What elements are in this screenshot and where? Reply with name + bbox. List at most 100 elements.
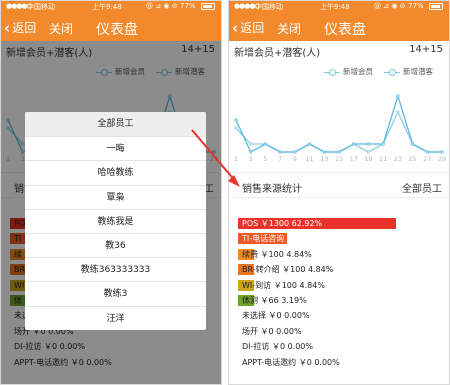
series-line <box>235 110 442 153</box>
x-tick-label: 27 <box>423 155 431 163</box>
nav-bar: ‹ 返回 关闭 仪表盘 <box>0 13 222 41</box>
x-tick-label: 13 <box>320 155 328 163</box>
status-bar: ●●●●○ 中国移动 上午9:48 @ ⊿ ◉ ⊘ 77% <box>0 0 222 13</box>
source-row: BR-转介绍 ￥100 4.84% <box>238 262 448 277</box>
data-point <box>396 110 400 114</box>
x-tick-label: 23 <box>394 155 402 163</box>
data-point <box>337 150 341 154</box>
dropdown-option[interactable]: 汪洋 <box>25 305 206 330</box>
legend-item[interactable]: 新增会员 <box>324 66 373 77</box>
back-button[interactable]: ‹ 返回 <box>4 19 36 36</box>
data-point <box>440 150 444 154</box>
data-point <box>234 126 238 130</box>
data-point <box>366 142 371 146</box>
x-tick-label: 15 <box>335 155 343 163</box>
sales-source-title: 销售来源统计 <box>242 184 302 195</box>
carrier-label: 中国移动 <box>27 3 55 11</box>
battery-icon <box>429 3 443 10</box>
nav-bar: ‹ 返回 关闭 仪表盘 <box>228 13 450 41</box>
source-row-label: BR-转介绍 ￥100 4.84% <box>242 265 334 275</box>
clock: 上午9:48 <box>320 3 350 11</box>
data-point <box>307 142 312 146</box>
data-point <box>278 150 282 154</box>
x-tick-label: 3 <box>249 155 253 163</box>
data-point <box>410 142 415 146</box>
status-icons: @ ⊿ ◉ ⊘ <box>374 2 406 10</box>
stats-label: 新增会员+潜客(人) <box>234 48 321 59</box>
source-row-label: TI-电话咨询 ￥400 19.36% <box>242 234 343 244</box>
legend-item[interactable]: 新增潜客 <box>384 66 433 77</box>
x-tick-label: 1 <box>234 155 238 163</box>
battery-percent: 77% <box>180 2 196 10</box>
data-point <box>322 150 326 154</box>
source-row-label: WI-到访 ￥100 4.84% <box>242 280 325 290</box>
data-point <box>425 150 429 154</box>
source-row-label: 场开 ￥0 0.00% <box>242 326 302 336</box>
battery-percent: 77% <box>408 2 424 10</box>
screenshot-stage: ●●●●○ 中国移动 上午9:48 @ ⊿ ◉ ⊘ 77% ‹ 返回 关闭 仪表… <box>0 0 450 385</box>
data-point <box>366 150 371 154</box>
x-tick-label: 21 <box>379 155 387 163</box>
dropdown-option[interactable]: 教练363333333 <box>25 257 206 281</box>
dropdown-option[interactable]: 教36 <box>25 232 206 257</box>
data-point <box>234 118 238 122</box>
chevron-left-icon: ‹ <box>4 18 11 37</box>
x-tick-label: 11 <box>305 155 313 163</box>
dropdown-option[interactable]: 全部员工 <box>25 112 206 137</box>
dropdown-option[interactable]: 覃枭 <box>25 184 206 209</box>
source-row-label: 体测 ￥66 3.19% <box>242 295 307 305</box>
line-marker-icon <box>384 68 400 76</box>
x-tick-label: 19 <box>364 155 372 163</box>
dropdown-option[interactable]: 教练3 <box>25 281 206 305</box>
dropdown-option[interactable]: 哈哈教练 <box>25 160 206 184</box>
source-row: TI-电话咨询 ￥400 19.36% <box>238 231 448 246</box>
back-label: 返回 <box>240 21 265 35</box>
staff-filter[interactable]: 全部员工 <box>402 180 442 195</box>
status-bar: ●●●●○ 中国移动 上午9:48 @ ⊿ ◉ ⊘ 77% <box>228 0 450 13</box>
source-row-label: APPT-电话邀约 ￥0 0.00% <box>242 357 340 367</box>
clock: 上午9:48 <box>92 3 122 11</box>
source-row-label: 续费 ￥100 4.84% <box>242 249 312 259</box>
phone-right: ●●●●○ 中国移动 上午9:48 @ ⊿ ◉ ⊘ 77% ‹ 返回 关闭 仪表… <box>228 0 450 385</box>
close-button[interactable]: 关闭 <box>277 20 301 37</box>
line-marker-icon <box>324 68 340 76</box>
data-point <box>249 142 253 146</box>
source-row: APPT-电话邀约 ￥0 0.00% <box>238 355 448 370</box>
sales-source-list: POS ￥1300 62.92% TI-电话咨询 ￥400 19.36% 续费 ￥1… <box>238 216 448 370</box>
data-point <box>381 142 385 146</box>
x-tick-label: 5 <box>263 155 267 163</box>
phone-left: ●●●●○ 中国移动 上午9:48 @ ⊿ ◉ ⊘ 77% ‹ 返回 关闭 仪表… <box>0 0 222 385</box>
page-title: 仪表盘 <box>96 22 138 38</box>
source-row: 未选择 ￥0 0.00% <box>238 308 448 323</box>
sales-source-header: 销售来源统计 全部员工 <box>228 172 450 198</box>
x-tick-label: 29 <box>438 155 446 163</box>
page-title: 仪表盘 <box>324 22 366 38</box>
source-row-label: DI-拉访 ￥0 0.00% <box>242 342 313 352</box>
source-row: 体测 ￥66 3.19% <box>238 293 448 308</box>
x-tick-label: 9 <box>293 155 297 163</box>
data-point <box>293 150 297 154</box>
dropdown-option[interactable]: 一晦 <box>25 136 206 160</box>
staff-dropdown: 全部员工 一晦 哈哈教练 覃枭 教练我是 教36 教练363333333 教练3 汪洋 <box>25 112 206 330</box>
battery-icon <box>201 3 215 10</box>
data-point <box>263 142 268 146</box>
source-row-label: POS ￥1300 62.92% <box>242 219 323 228</box>
x-tick-label: 7 <box>278 155 282 163</box>
data-point <box>249 150 253 154</box>
back-button[interactable]: ‹ 返回 <box>232 19 264 36</box>
data-point <box>396 94 400 98</box>
source-row: 场开 ￥0 0.00% <box>238 324 448 339</box>
source-row-label: 未选择 ￥0 0.00% <box>242 311 310 321</box>
x-tick-label: 17 <box>350 155 358 163</box>
dropdown-option[interactable]: 教练我是 <box>25 208 206 233</box>
chevron-left-icon: ‹ <box>232 18 239 37</box>
line-chart: 1357911131517192123252729 <box>234 93 446 163</box>
source-row: POS ￥1300 62.92% <box>238 216 448 231</box>
data-point <box>352 142 356 146</box>
source-row: DI-拉访 ￥0 0.00% <box>238 339 448 354</box>
status-icons: @ ⊿ ◉ ⊘ <box>146 2 178 10</box>
close-button[interactable]: 关闭 <box>49 20 73 37</box>
x-tick-label: 25 <box>408 155 416 163</box>
stats-count: 14+15 <box>409 44 443 55</box>
source-row: 续费 ￥100 4.84% <box>238 247 448 262</box>
